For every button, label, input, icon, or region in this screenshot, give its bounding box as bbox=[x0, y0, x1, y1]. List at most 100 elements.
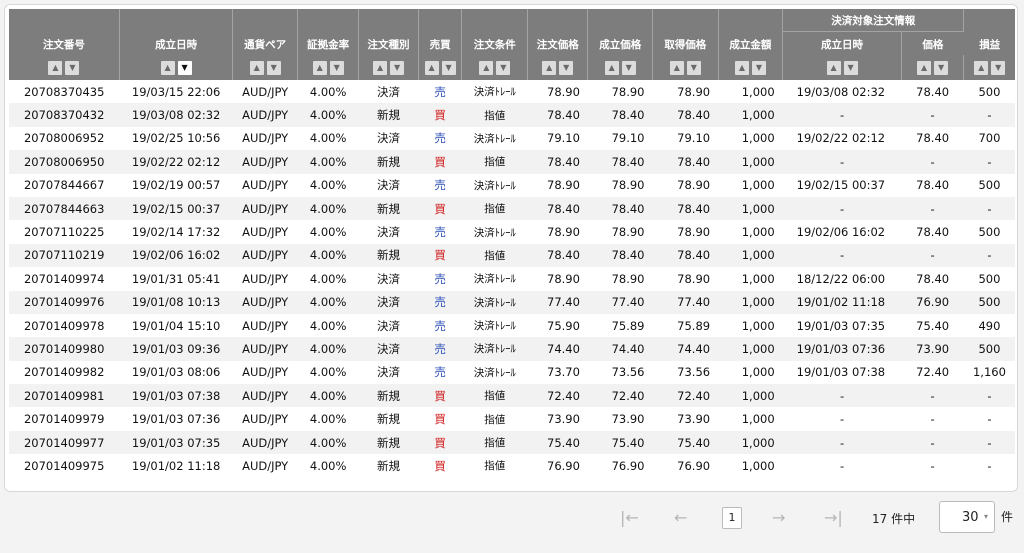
cell-settle-price: - bbox=[930, 412, 935, 427]
sort-up-settle-time-button[interactable]: ▲ bbox=[826, 60, 841, 75]
cell-acq-price: 79.10 bbox=[677, 131, 711, 146]
col-header-settle-price: 価格 bbox=[901, 31, 964, 55]
sort-down-order-no-button[interactable]: ▼ bbox=[65, 60, 80, 75]
sort-cell-order-type: ▲ ▼ bbox=[358, 55, 419, 80]
sort-down-settle-price-button[interactable]: ▼ bbox=[934, 60, 949, 75]
page-number-input[interactable]: 1 bbox=[722, 507, 742, 529]
cell-settle-time: 19/01/02 11:18 bbox=[782, 290, 902, 314]
sort-down-margin-button[interactable]: ▼ bbox=[329, 60, 344, 75]
cell-settle-price: - bbox=[901, 430, 964, 455]
cell-exec-time: 19/01/03 07:38 bbox=[119, 384, 233, 408]
cell-acq-price: 78.90 bbox=[677, 84, 711, 99]
sort-up-margin-button[interactable]: ▲ bbox=[312, 60, 327, 75]
cell-order-price: 79.10 bbox=[547, 131, 580, 146]
sort-up-settle-price-button[interactable]: ▲ bbox=[917, 60, 932, 75]
sort-up-acq-price-button[interactable]: ▲ bbox=[669, 60, 684, 75]
sort-up-pair-button[interactable]: ▲ bbox=[249, 60, 264, 75]
sort-controls-exec-price: ▲ ▼ bbox=[588, 60, 652, 75]
table-row: 20701409978 19/01/04 15:10 AUD/JPY 4.00% 決済 売… bbox=[9, 314, 1015, 337]
sort-controls-exec-time: ▲ ▼ bbox=[120, 60, 233, 75]
cell-order-price: 73.90 bbox=[547, 412, 580, 427]
cell-margin: 4.00% bbox=[309, 271, 347, 286]
cell-acq-price: 78.40 bbox=[652, 243, 719, 268]
sort-up-order-price-button[interactable]: ▲ bbox=[542, 60, 557, 75]
sort-cell-settle-time: ▲ ▼ bbox=[782, 55, 902, 80]
cell-order-price: 75.40 bbox=[527, 430, 588, 455]
col-header-pnl: 損益 bbox=[963, 9, 1015, 55]
cell-order-type: 決済 bbox=[377, 271, 401, 286]
cell-margin: 4.00% bbox=[297, 150, 359, 174]
sort-down-condition-button[interactable]: ▼ bbox=[496, 60, 511, 75]
sort-up-exec-time-button[interactable]: ▲ bbox=[160, 60, 175, 75]
cell-condition: 指値 bbox=[461, 384, 528, 408]
cell-exec-price: 78.40 bbox=[587, 103, 653, 127]
cell-order-no: 20701409978 bbox=[23, 318, 105, 333]
next-page-button[interactable]: → bbox=[772, 508, 785, 527]
cell-settle-time: 19/03/08 02:32 bbox=[796, 84, 886, 99]
cell-condition: 指値 bbox=[461, 430, 528, 455]
sort-down-order-type-button[interactable]: ▼ bbox=[390, 60, 405, 75]
sort-down-order-price-button[interactable]: ▼ bbox=[559, 60, 574, 75]
sort-controls-pair: ▲ ▼ bbox=[233, 60, 297, 75]
sort-down-acq-price-button[interactable]: ▼ bbox=[686, 60, 701, 75]
sort-down-exec-time-button[interactable]: ▼ bbox=[177, 60, 192, 75]
cell-side: 買 bbox=[418, 196, 462, 221]
per-page-unit: 件 bbox=[1001, 510, 1014, 524]
cell-acq-price: 75.40 bbox=[652, 430, 719, 455]
cell-order-no: 20708006952 bbox=[23, 131, 105, 146]
cell-condition: 決済ﾄﾚｰﾙ bbox=[461, 290, 528, 314]
sort-up-exec-price-button[interactable]: ▲ bbox=[604, 60, 619, 75]
cell-order-price: 77.40 bbox=[527, 290, 588, 314]
sort-up-condition-button[interactable]: ▲ bbox=[479, 60, 494, 75]
cell-settle-time: - bbox=[839, 412, 845, 427]
cell-pair: AUD/JPY bbox=[242, 178, 289, 193]
sort-down-side-button[interactable]: ▼ bbox=[441, 60, 456, 75]
sort-up-side-button[interactable]: ▲ bbox=[424, 60, 439, 75]
cell-amount: 1,000 bbox=[741, 318, 775, 333]
cell-pnl: 500 bbox=[978, 84, 1001, 99]
cell-amount: 1,000 bbox=[718, 337, 783, 361]
cell-order-no: 20701409974 bbox=[23, 271, 105, 286]
cell-order-type: 決済 bbox=[358, 337, 419, 361]
cell-order-no: 20707844663 bbox=[9, 196, 120, 221]
table-row: 20707844663 19/02/15 00:37 AUD/JPY 4.00% 新規買… bbox=[9, 196, 1015, 221]
cell-order-no: 20708370435 bbox=[23, 84, 105, 99]
cell-order-no: 20708006950 bbox=[9, 150, 120, 174]
cell-side: 売 bbox=[434, 178, 446, 193]
sort-up-pnl-button[interactable]: ▲ bbox=[974, 60, 989, 75]
sort-down-settle-time-button[interactable]: ▼ bbox=[843, 60, 858, 75]
cell-settle-time: 19/01/03 07:36 bbox=[782, 337, 902, 361]
sort-down-pair-button[interactable]: ▼ bbox=[266, 60, 281, 75]
sort-up-order-no-button[interactable]: ▲ bbox=[48, 60, 63, 75]
cell-order-no: 20701409976 bbox=[9, 290, 120, 314]
cell-settle-time: 19/01/03 07:35 bbox=[796, 318, 886, 333]
cell-amount: 1,000 bbox=[718, 290, 783, 314]
sort-down-exec-price-button[interactable]: ▼ bbox=[621, 60, 636, 75]
per-page-select[interactable]: 30 ▾ bbox=[939, 501, 995, 533]
sort-up-amount-button[interactable]: ▲ bbox=[734, 60, 749, 75]
cell-exec-price: 79.10 bbox=[611, 131, 645, 146]
cell-side: 売 bbox=[434, 225, 446, 240]
sort-down-amount-button[interactable]: ▼ bbox=[751, 60, 766, 75]
cell-margin: 4.00% bbox=[297, 196, 359, 221]
cell-settle-price: 78.40 bbox=[916, 178, 950, 193]
cell-side: 売 bbox=[434, 318, 446, 333]
cell-settle-time: - bbox=[782, 150, 902, 174]
cell-settle-time: - bbox=[782, 430, 902, 455]
cell-amount: 1,000 bbox=[741, 225, 775, 240]
cell-acq-price: 74.40 bbox=[652, 337, 719, 361]
cell-pnl: 500 bbox=[963, 337, 1015, 361]
sort-up-order-type-button[interactable]: ▲ bbox=[373, 60, 388, 75]
cell-margin: 4.00% bbox=[297, 103, 359, 127]
cell-acq-price: 73.90 bbox=[677, 412, 711, 427]
cell-exec-time: 19/01/03 07:35 bbox=[119, 430, 233, 455]
last-page-button[interactable]: →| bbox=[824, 508, 843, 527]
prev-page-button[interactable]: ← bbox=[674, 508, 687, 527]
cell-condition: 指値 bbox=[461, 103, 528, 127]
cell-pnl: 700 bbox=[978, 131, 1001, 146]
first-page-button[interactable]: |← bbox=[620, 508, 639, 527]
sort-down-pnl-button[interactable]: ▼ bbox=[991, 60, 1006, 75]
cell-exec-time: 19/01/08 10:13 bbox=[119, 290, 233, 314]
cell-side: 売 bbox=[434, 365, 446, 380]
cell-amount: 1,000 bbox=[741, 458, 775, 473]
